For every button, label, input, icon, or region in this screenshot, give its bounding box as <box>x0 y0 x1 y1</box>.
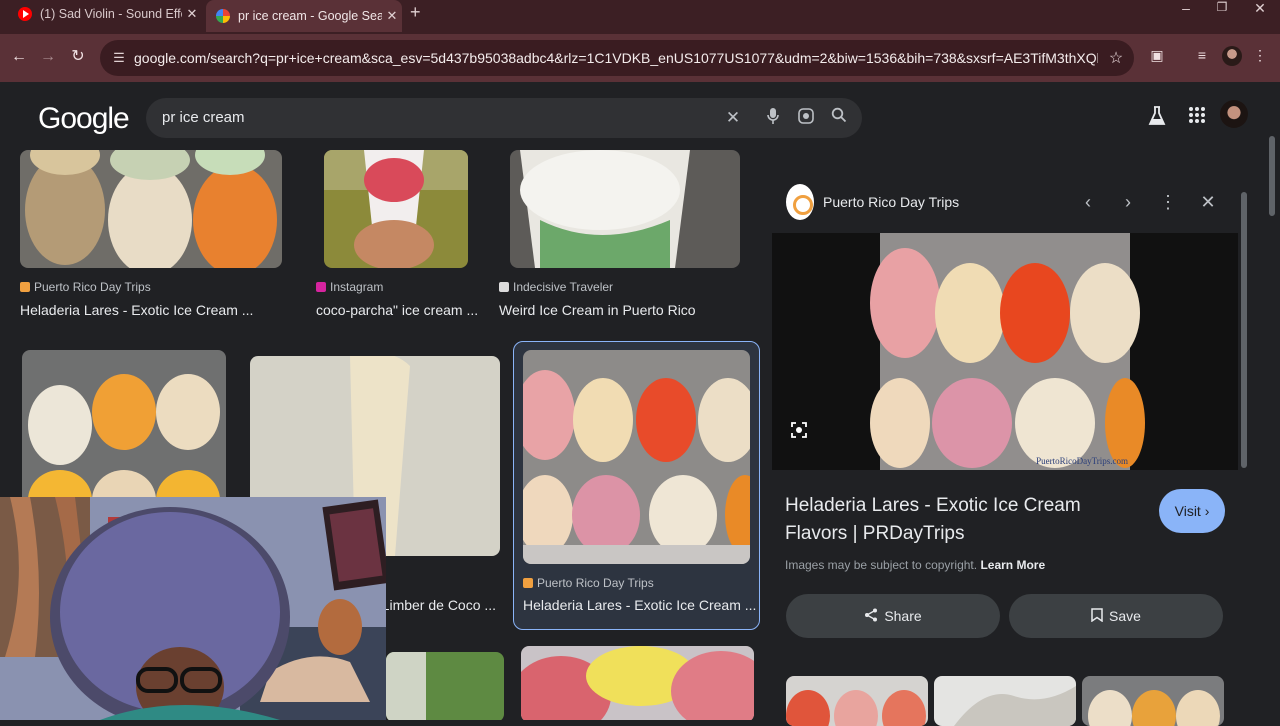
lens-search-icon[interactable] <box>788 421 810 443</box>
profile-avatar[interactable] <box>1222 46 1242 66</box>
labs-flask-icon[interactable] <box>1145 106 1169 130</box>
related-image[interactable] <box>1082 676 1224 726</box>
result-caption[interactable]: Heladeria Lares - Exotic Ice Cream ... <box>523 597 756 613</box>
google-header: Google pr ice cream ✕ <box>0 82 1280 150</box>
panel-title[interactable]: Heladeria Lares - Exotic Ice Cream Flavo… <box>785 492 1125 548</box>
browser-toolbar: ← → ↻ ☰ google.com/search?q=pr+ice+cream… <box>0 34 1280 82</box>
result-thumbnail[interactable] <box>521 646 754 720</box>
result-thumbnail[interactable] <box>510 150 740 268</box>
bookmark-icon <box>1091 607 1103 625</box>
close-tab-icon[interactable]: ✕ <box>182 6 202 22</box>
learn-more-link[interactable]: Learn More <box>980 558 1045 572</box>
result-thumbnail[interactable] <box>386 652 504 720</box>
account-avatar[interactable] <box>1220 100 1248 128</box>
copyright-notice: Images may be subject to copyright. Lear… <box>785 558 1045 572</box>
close-tab-icon[interactable]: ✕ <box>382 8 402 24</box>
tab-google-search[interactable]: pr ice cream - Google Search ✕ <box>206 0 402 32</box>
result-caption[interactable]: coco-parcha" ice cream ... <box>316 302 478 318</box>
result-source: Puerto Rico Day Trips <box>523 576 654 590</box>
close-icon[interactable]: ✕ <box>1196 190 1220 214</box>
clear-icon[interactable]: ✕ <box>722 107 744 129</box>
site-info-icon[interactable]: ☰ <box>104 50 134 66</box>
maximize-icon[interactable]: ❐ <box>1202 0 1242 14</box>
result-caption[interactable]: n Limber de Coco ... <box>370 597 496 613</box>
visit-button[interactable]: Visit › <box>1159 489 1225 533</box>
source-name: Instagram <box>330 280 384 294</box>
reload-icon[interactable]: ↻ <box>67 46 89 68</box>
share-button[interactable]: Share <box>786 594 1000 638</box>
result-thumbnail[interactable] <box>22 350 226 510</box>
source-favicon-icon <box>499 282 509 292</box>
more-options-icon[interactable]: ⋮ <box>1156 190 1180 214</box>
result-caption[interactable]: Weird Ice Cream in Puerto Rico <box>499 302 696 318</box>
related-image[interactable] <box>934 676 1076 726</box>
save-button[interactable]: Save <box>1009 594 1223 638</box>
save-label: Save <box>1109 608 1141 624</box>
next-icon[interactable]: › <box>1116 190 1140 214</box>
copyright-text: Images may be subject to copyright. <box>785 558 978 572</box>
preview-image[interactable]: PuertoRicoDayTrips.com <box>772 233 1238 470</box>
webcam-overlay <box>0 497 386 720</box>
related-image[interactable] <box>786 676 928 726</box>
panel-source[interactable]: Puerto Rico Day Trips <box>823 194 959 210</box>
share-label: Share <box>884 608 922 624</box>
tab-title: (1) Sad Violin - Sound Effect (H <box>40 7 182 21</box>
image-preview-panel: Puerto Rico Day Trips ‹ › ⋮ ✕ PuertoRico… <box>772 174 1238 726</box>
back-icon[interactable]: ← <box>8 46 30 68</box>
page-scrollbar[interactable] <box>1269 136 1275 216</box>
source-name: Puerto Rico Day Trips <box>537 576 654 590</box>
source-name: Indecisive Traveler <box>513 280 614 294</box>
tab-strip: (1) Sad Violin - Sound Effect (H ✕ pr ic… <box>0 0 1280 34</box>
panel-scrollbar[interactable] <box>1241 192 1247 468</box>
source-favicon-icon <box>523 578 533 588</box>
microphone-icon[interactable] <box>762 107 784 129</box>
minimize-icon[interactable]: – <box>1166 0 1206 16</box>
previous-icon[interactable]: ‹ <box>1076 190 1100 214</box>
search-box[interactable]: pr ice cream ✕ <box>146 98 862 138</box>
apps-grid-icon[interactable] <box>1185 106 1209 130</box>
google-logo[interactable]: Google <box>38 102 130 136</box>
result-source: Instagram <box>316 280 383 294</box>
google-icon <box>216 9 230 23</box>
source-favicon-icon <box>20 282 30 292</box>
search-icon[interactable] <box>828 107 850 129</box>
tab-title: pr ice cream - Google Search <box>238 9 382 23</box>
image-watermark: PuertoRicoDayTrips.com <box>1036 456 1128 466</box>
new-tab-icon[interactable]: + <box>410 2 421 23</box>
forward-icon[interactable]: → <box>37 46 59 68</box>
source-name: Puerto Rico Day Trips <box>34 280 151 294</box>
side-panel-icon[interactable]: ▣ <box>1147 47 1167 67</box>
share-icon <box>864 608 878 625</box>
source-favicon-icon <box>786 184 814 220</box>
reading-list-icon[interactable]: ≡ <box>1192 47 1212 67</box>
search-input[interactable]: pr ice cream <box>162 109 245 126</box>
bookmark-star-icon[interactable]: ☆ <box>1098 48 1134 68</box>
tab-youtube[interactable]: (1) Sad Violin - Sound Effect (H ✕ <box>6 0 202 28</box>
menu-icon[interactable]: ⋮ <box>1250 47 1270 67</box>
result-thumbnail[interactable] <box>324 150 468 268</box>
lens-icon[interactable] <box>795 107 817 129</box>
result-source: Puerto Rico Day Trips <box>20 280 151 294</box>
result-thumbnail[interactable] <box>523 350 750 564</box>
result-caption[interactable]: Heladeria Lares - Exotic Ice Cream ... <box>20 302 253 318</box>
youtube-icon <box>18 7 32 21</box>
url-text[interactable]: google.com/search?q=pr+ice+cream&sca_esv… <box>134 50 1098 66</box>
close-window-icon[interactable]: ✕ <box>1240 0 1280 16</box>
result-source: Indecisive Traveler <box>499 280 613 294</box>
instagram-icon <box>316 282 326 292</box>
address-bar[interactable]: ☰ google.com/search?q=pr+ice+cream&sca_e… <box>100 40 1134 76</box>
result-thumbnail[interactable] <box>20 150 282 268</box>
